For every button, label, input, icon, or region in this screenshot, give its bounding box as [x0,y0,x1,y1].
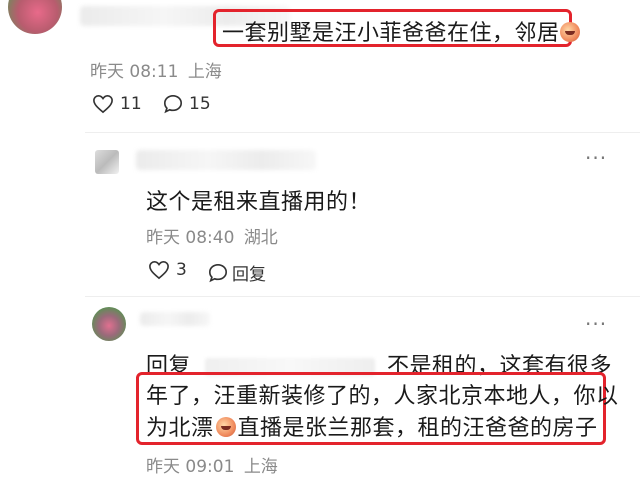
comment-bubble-icon [208,263,228,283]
avatar[interactable] [92,307,126,341]
like-button[interactable]: 3 [148,260,187,280]
emoji-icon [559,22,580,42]
location: 上海 [187,62,222,82]
username-blurred [140,312,210,326]
username-blurred [136,150,316,170]
reply-line-3: 为北漂 直播是张兰那套，租的汪爸爸的房子 [146,416,598,441]
avatar[interactable] [95,150,119,174]
heart-outline-icon [92,94,114,114]
timestamp: 昨天 09:01 [146,457,235,477]
reply-line-2: 年了，汪重新装修了的，人家北京本地人，你以 [146,384,619,409]
more-icon[interactable]: ··· [585,146,607,170]
like-button[interactable]: 11 [92,94,142,114]
comment-meta: 昨天 08:11 上海 [90,57,222,82]
timestamp: 昨天 08:11 [90,62,179,82]
comment-bubble-icon [163,94,183,114]
location: 上海 [243,457,278,477]
comment-text: 这个是租来直播用的！ [146,190,372,215]
emoji-icon [215,417,236,437]
more-icon[interactable]: ··· [585,312,607,336]
reply-count: 15 [189,94,211,114]
comment-text: 一套别墅是汪小菲爸爸在住，邻居 [222,15,580,47]
like-count: 11 [120,94,142,114]
divider [85,296,640,297]
location: 湖北 [243,228,278,248]
timestamp: 昨天 08:40 [146,228,235,248]
reply-button[interactable]: 回复 [208,260,266,285]
comment-meta: 昨天 08:40 湖北 [146,223,278,248]
heart-outline-icon [148,260,170,280]
reply-label: 回复 [232,265,266,285]
like-count: 3 [176,260,187,280]
comment-meta: 昨天 09:01 上海 [146,452,278,477]
divider [85,132,640,133]
avatar[interactable] [8,0,62,34]
reply-count-button[interactable]: 15 [163,94,211,114]
